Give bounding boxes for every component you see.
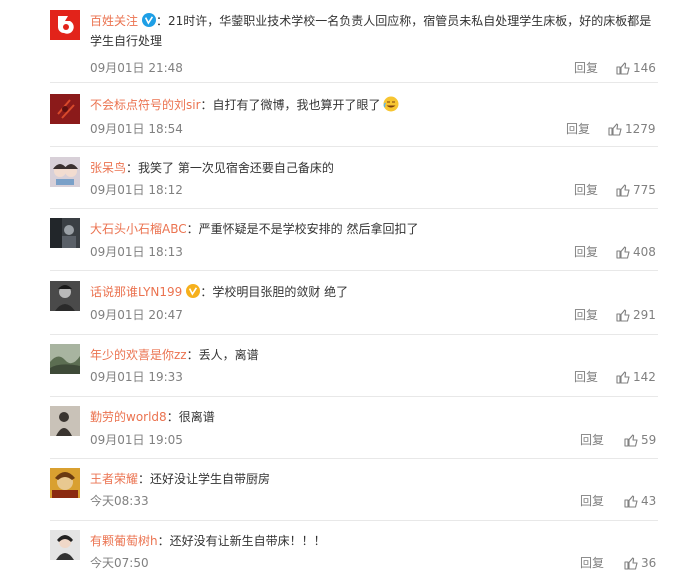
timestamp: 09月01日 19:05: [90, 433, 183, 447]
like-count: 43: [641, 494, 657, 508]
comment-item: 大石头小石榴ABC：严重怀疑是不是学校安排的 然后拿回扣了 09月01日 18:…: [50, 218, 658, 271]
comment-text: 还好没有让新生自带床！！！: [169, 534, 326, 548]
username[interactable]: 年少的欢喜是你zz: [90, 348, 187, 362]
comment-item: 勤劳的world8：很离谱 09月01日 19:05 回复 59: [50, 406, 658, 459]
reply-button[interactable]: 回复: [574, 60, 598, 76]
username[interactable]: 王者荣耀: [90, 472, 138, 486]
like-button[interactable]: 291: [616, 307, 656, 323]
avatar[interactable]: [50, 406, 80, 436]
thumbs-up-icon: [624, 434, 638, 447]
like-button[interactable]: 146: [616, 60, 656, 76]
like-button[interactable]: 36: [624, 555, 656, 571]
laugh-cry-emoji-icon: [381, 96, 399, 112]
comment-text: 很离谱: [178, 410, 215, 424]
comment-text: 丢人，离谱: [198, 348, 259, 362]
avatar[interactable]: [50, 468, 80, 498]
reply-button[interactable]: 回复: [574, 182, 598, 198]
comment-text: 自打有了微博，我也算开了眼了: [212, 98, 381, 112]
comment-text: 21时许，华蓥职业技术学校一名负责人回应称，宿管员未私自处理学生床板，好的床板都…: [90, 14, 652, 48]
comment-list: 百姓关注 ：21时许，华蓥职业技术学校一名负责人回应称，宿管员未私自处理学生床板，…: [0, 0, 692, 582]
thumbs-up-icon: [608, 123, 622, 136]
timestamp: 09月01日 21:48: [90, 61, 183, 75]
reply-button[interactable]: 回复: [566, 121, 590, 137]
like-count: 291: [633, 308, 656, 322]
thumbs-up-icon: [624, 495, 638, 508]
username[interactable]: 不会标点符号的刘sir: [90, 98, 201, 112]
avatar[interactable]: [50, 530, 80, 560]
comment-text: 严重怀疑是不是学校安排的 然后拿回扣了: [198, 222, 419, 236]
thumbs-up-icon: [624, 557, 638, 570]
thumbs-up-icon: [616, 371, 630, 384]
thumbs-up-icon: [616, 184, 630, 197]
like-button[interactable]: 59: [624, 432, 656, 448]
reply-button[interactable]: 回复: [574, 244, 598, 260]
username[interactable]: 勤劳的world8: [90, 410, 167, 424]
username[interactable]: 话说那谁LYN199: [90, 285, 182, 299]
reply-button[interactable]: 回复: [574, 307, 598, 323]
like-count: 1279: [625, 122, 656, 136]
like-count: 146: [633, 61, 656, 75]
comment-item: 王者荣耀：还好没让学生自带厨房 今天08:33 回复 43: [50, 468, 658, 521]
comment-item: 张呆鸟：我笑了 第一次见宿舍还要自己备床的 09月01日 18:12 回复 77…: [50, 157, 658, 209]
like-button[interactable]: 408: [616, 244, 656, 260]
like-count: 59: [641, 433, 657, 447]
comment-item: 有颗葡萄树h：还好没有让新生自带床！！！ 今天07:50 回复 36: [50, 530, 658, 582]
avatar[interactable]: [50, 157, 80, 187]
like-button[interactable]: 1279: [608, 121, 656, 137]
thumbs-up-icon: [616, 309, 630, 322]
avatar[interactable]: [50, 281, 80, 311]
username[interactable]: 张呆鸟: [90, 161, 126, 175]
comment-text: 学校明目张胆的敛财 绝了: [212, 285, 349, 299]
like-count: 408: [633, 245, 656, 259]
avatar[interactable]: [50, 94, 80, 124]
avatar[interactable]: [50, 344, 80, 374]
like-count: 142: [633, 370, 656, 384]
verified-badge-icon: [138, 13, 157, 28]
username[interactable]: 有颗葡萄树h: [90, 534, 158, 548]
timestamp: 09月01日 18:54: [90, 122, 183, 136]
like-count: 775: [633, 183, 656, 197]
reply-button[interactable]: 回复: [580, 432, 604, 448]
like-count: 36: [641, 556, 657, 570]
like-button[interactable]: 775: [616, 182, 656, 198]
comment-item: 不会标点符号的刘sir：自打有了微博，我也算开了眼了 09月01日 18:54 …: [50, 94, 658, 147]
like-button[interactable]: 142: [616, 369, 656, 385]
username[interactable]: 大石头小石榴ABC: [90, 222, 187, 236]
reply-button[interactable]: 回复: [574, 369, 598, 385]
thumbs-up-icon: [616, 246, 630, 259]
timestamp: 今天08:33: [90, 494, 149, 508]
comment-text: 还好没让学生自带厨房: [150, 472, 271, 486]
timestamp: 09月01日 19:33: [90, 370, 183, 384]
reply-button[interactable]: 回复: [580, 493, 604, 509]
username[interactable]: 百姓关注: [90, 14, 138, 28]
comment-item: 话说那谁LYN199 ：学校明目张胆的敛财 绝了 09月01日 20:47 回复 …: [50, 281, 658, 335]
comment-item: 百姓关注 ：21时许，华蓥职业技术学校一名负责人回应称，宿管员未私自处理学生床板，…: [50, 10, 658, 83]
avatar[interactable]: [50, 218, 80, 248]
verified-badge-icon: [182, 284, 201, 299]
timestamp: 今天07:50: [90, 556, 149, 570]
timestamp: 09月01日 18:12: [90, 183, 183, 197]
comment-text: 我笑了 第一次见宿舍还要自己备床的: [138, 161, 334, 175]
timestamp: 09月01日 18:13: [90, 245, 183, 259]
avatar[interactable]: [50, 10, 80, 40]
timestamp: 09月01日 20:47: [90, 308, 183, 322]
comment-item: 年少的欢喜是你zz：丢人，离谱 09月01日 19:33 回复 142: [50, 344, 658, 397]
reply-button[interactable]: 回复: [580, 555, 604, 571]
thumbs-up-icon: [616, 62, 630, 75]
like-button[interactable]: 43: [624, 493, 656, 509]
